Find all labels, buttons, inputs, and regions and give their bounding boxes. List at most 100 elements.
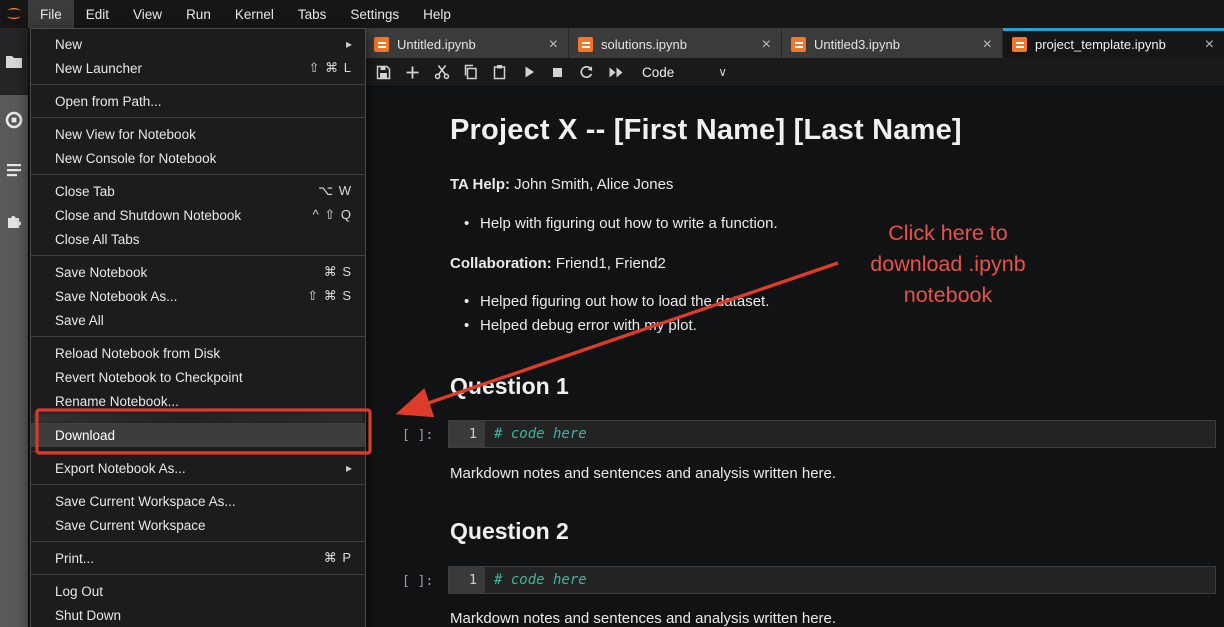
menu-view-label: View xyxy=(133,7,162,22)
line-number-gutter: 1 xyxy=(449,421,485,447)
run-cell-button[interactable] xyxy=(514,61,543,83)
menu-item-rename-notebook[interactable]: Rename Notebook... xyxy=(31,389,365,413)
jupyter-logo-icon xyxy=(3,3,25,25)
menu-item-open-from-path[interactable]: Open from Path... xyxy=(31,89,365,113)
jupyter-logo xyxy=(0,0,28,28)
cell-type-dropdown[interactable]: Code ∨ xyxy=(642,65,727,80)
save-button[interactable] xyxy=(369,61,398,83)
menu-item-save-notebook-as[interactable]: Save Notebook As... ⇧ ⌘ S xyxy=(31,284,365,308)
menu-item-print[interactable]: Print... ⌘ P xyxy=(31,546,365,570)
menu-item-reload-notebook-from-disk[interactable]: Reload Notebook from Disk xyxy=(31,341,365,365)
menu-view[interactable]: View xyxy=(121,0,174,28)
menu-item-log-out[interactable]: Log Out xyxy=(31,579,365,603)
menu-item-close-and-shutdown-notebook[interactable]: Close and Shutdown Notebook ^ ⇧ Q xyxy=(31,203,365,227)
menu-separator xyxy=(31,541,365,542)
ta-help-line: TA Help: John Smith, Alice Jones xyxy=(450,176,673,193)
menu-run[interactable]: Run xyxy=(174,0,223,28)
menu-item-save-notebook[interactable]: Save Notebook ⌘ S xyxy=(31,260,365,284)
tab-close-icon[interactable]: × xyxy=(969,37,992,53)
tab-untitled3-ipynb[interactable]: Untitled3.ipynb × xyxy=(782,28,1003,58)
collaboration-label: Collaboration: xyxy=(450,255,552,272)
menu-separator xyxy=(31,574,365,575)
menu-separator xyxy=(31,484,365,485)
bullet-text: Helped figuring out how to load the data… xyxy=(480,293,769,310)
menu-item-save-all[interactable]: Save All xyxy=(31,308,365,332)
stop-icon xyxy=(551,66,564,79)
menu-item-download[interactable]: Download xyxy=(31,423,365,447)
menu-item-shut-down[interactable]: Shut Down xyxy=(31,603,365,627)
restart-kernel-button[interactable] xyxy=(572,61,601,83)
code-cell[interactable]: 1 # code here xyxy=(448,566,1216,594)
tab-project-template-ipynb[interactable]: project_template.ipynb × xyxy=(1003,28,1224,58)
restart-icon xyxy=(579,65,594,80)
tab-close-icon[interactable]: × xyxy=(1191,37,1214,53)
interrupt-kernel-button[interactable] xyxy=(543,61,572,83)
menu-separator xyxy=(31,255,365,256)
bullet-icon: • xyxy=(464,215,480,232)
collaboration-value: Friend1, Friend2 xyxy=(552,255,666,272)
submenu-arrow-icon: ▸ xyxy=(346,37,352,51)
menu-item-close-tab[interactable]: Close Tab ⌥ W xyxy=(31,179,365,203)
notebook-title-heading: Project X -- [First Name] [Last Name] xyxy=(450,114,962,147)
shortcut: ⌥ W xyxy=(318,183,352,199)
menu-item-new-launcher[interactable]: New Launcher ⇧ ⌘ L xyxy=(31,56,365,80)
shortcut: ⇧ ⌘ L xyxy=(309,60,352,76)
bullet-icon: • xyxy=(464,317,480,334)
sidebar-item-extension-manager[interactable] xyxy=(0,195,28,245)
menu-tabs-label: Tabs xyxy=(298,7,327,22)
cut-icon xyxy=(434,64,450,80)
tab-title: project_template.ipynb xyxy=(1035,37,1166,52)
tab-close-icon[interactable]: × xyxy=(748,37,771,53)
add-cell-button[interactable] xyxy=(398,61,427,83)
bullet-icon: • xyxy=(464,293,480,310)
menu-kernel[interactable]: Kernel xyxy=(223,0,286,28)
menu-ghost-row xyxy=(33,413,363,423)
tab-title: solutions.ipynb xyxy=(601,37,687,52)
menu-item-new-view-for-notebook[interactable]: New View for Notebook xyxy=(31,122,365,146)
menu-settings[interactable]: Settings xyxy=(338,0,411,28)
menu-help[interactable]: Help xyxy=(411,0,463,28)
cut-cells-button[interactable] xyxy=(427,61,456,83)
menu-item-save-current-workspace-as[interactable]: Save Current Workspace As... xyxy=(31,489,365,513)
code-cell[interactable]: 1 # code here xyxy=(448,420,1216,448)
sidebar-item-running-kernels[interactable] xyxy=(0,95,28,145)
menu-item-close-all-tabs[interactable]: Close All Tabs xyxy=(31,227,365,251)
paste-cells-button[interactable] xyxy=(485,61,514,83)
question-2-heading: Question 2 xyxy=(450,518,569,545)
cell-type-value: Code xyxy=(642,65,674,80)
menu-edit[interactable]: Edit xyxy=(74,0,121,28)
shortcut: ⌘ P xyxy=(324,550,352,566)
save-icon xyxy=(376,65,391,80)
list-item: • Helped figuring out how to load the da… xyxy=(464,293,769,310)
restart-run-all-button[interactable] xyxy=(601,61,630,83)
folder-icon xyxy=(5,54,23,69)
tab-untitled-ipynb[interactable]: Untitled.ipynb × xyxy=(365,28,569,58)
tab-close-icon[interactable]: × xyxy=(535,37,558,53)
cell-prompt: [ ]: xyxy=(402,428,433,443)
sidebar-item-table-of-contents[interactable] xyxy=(0,145,28,195)
run-icon xyxy=(522,65,536,79)
tab-solutions-ipynb[interactable]: solutions.ipynb × xyxy=(569,28,782,58)
add-icon xyxy=(405,65,420,80)
menu-tabs[interactable]: Tabs xyxy=(286,0,339,28)
tab-title: Untitled3.ipynb xyxy=(814,37,900,52)
menu-item-export-notebook-as[interactable]: Export Notebook As... ▸ xyxy=(31,456,365,480)
cell-prompt: [ ]: xyxy=(402,574,433,589)
chevron-down-icon: ∨ xyxy=(718,65,727,79)
shortcut: ⌘ S xyxy=(324,264,352,280)
menu-separator xyxy=(31,451,365,452)
question-1-heading: Question 1 xyxy=(450,373,569,400)
ta-help-value: John Smith, Alice Jones xyxy=(510,176,673,193)
menu-item-save-current-workspace[interactable]: Save Current Workspace xyxy=(31,513,365,537)
fast-forward-icon xyxy=(608,66,624,79)
line-number-gutter: 1 xyxy=(449,567,485,593)
menu-item-new[interactable]: New ▸ xyxy=(31,32,365,56)
menu-item-new-console-for-notebook[interactable]: New Console for Notebook xyxy=(31,146,365,170)
sidebar-item-file-browser[interactable] xyxy=(0,28,28,95)
menu-item-revert-notebook-to-checkpoint[interactable]: Revert Notebook to Checkpoint xyxy=(31,365,365,389)
menu-bar: File Edit View Run Kernel Tabs Settings … xyxy=(28,0,1224,28)
copy-cells-button[interactable] xyxy=(456,61,485,83)
menu-file[interactable]: File xyxy=(28,0,74,28)
annotation-caption: Click here to download .ipynb notebook xyxy=(842,218,1054,311)
notebook-file-icon xyxy=(374,37,389,52)
